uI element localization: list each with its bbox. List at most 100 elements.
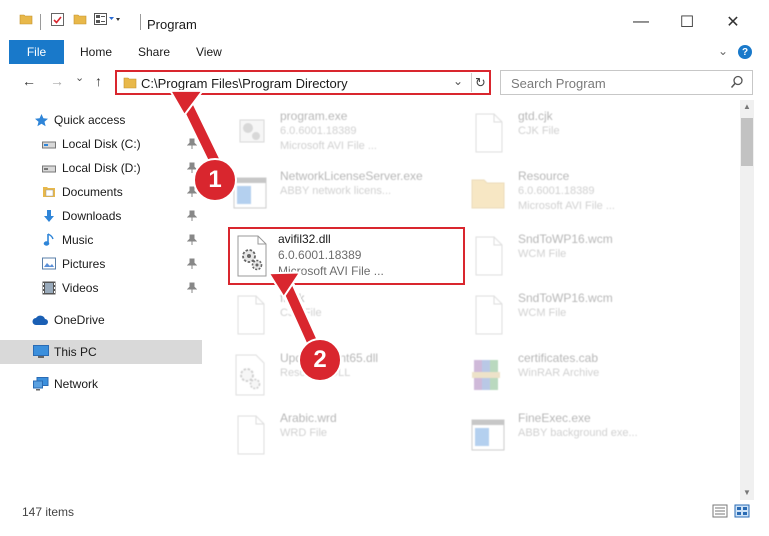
pin-icon[interactable] — [186, 138, 198, 152]
file-type: CJK File — [518, 125, 560, 137]
customize-toolbar-icon[interactable] — [94, 12, 120, 29]
title-bar: Program — ☐ ✕ — [0, 0, 769, 40]
scroll-up-icon[interactable]: ▲ — [740, 100, 754, 114]
vertical-scrollbar[interactable]: ▲ ▼ — [740, 100, 754, 500]
blank-file-icon — [468, 292, 508, 338]
pin-icon[interactable] — [186, 258, 198, 272]
sidebar-item-pictures[interactable]: Pictures — [0, 252, 202, 276]
file-name: Resource — [518, 169, 570, 183]
app-window-icon — [468, 412, 508, 458]
dll-gear-icon — [232, 233, 272, 279]
file-item[interactable]: program.exe 6.0.6001.18389 Microsoft AVI… — [207, 104, 442, 160]
archive-icon — [468, 352, 508, 398]
tab-home[interactable]: Home — [80, 45, 112, 59]
sidebar-item-label: This PC — [54, 345, 97, 359]
new-folder-icon[interactable] — [73, 12, 87, 29]
collapse-ribbon-icon[interactable]: ⌄ — [718, 44, 728, 58]
download-icon — [42, 209, 56, 226]
file-name: NetworkLicenseServer.exe — [280, 169, 423, 183]
sidebar-item-label: Quick access — [54, 113, 126, 127]
forward-button[interactable]: → — [50, 73, 64, 89]
file-name: Arabic.wrd — [280, 411, 337, 425]
blank-file-icon — [468, 233, 508, 279]
file-name: ff.cjk — [280, 291, 305, 305]
music-icon — [43, 233, 55, 250]
search-input[interactable]: Search Program — [511, 76, 606, 91]
file-item[interactable]: SndToWP16.wcm WCM File — [445, 286, 680, 342]
sidebar-item-downloads[interactable]: Downloads — [0, 204, 202, 228]
tab-share[interactable]: Share — [138, 45, 170, 59]
file-description: ABBY background exe... — [518, 427, 638, 439]
sidebar-item-this-pc[interactable]: This PC — [0, 340, 202, 364]
recent-locations-button[interactable]: ⌄ — [75, 71, 84, 84]
pin-icon[interactable] — [186, 234, 198, 248]
file-type: WinRAR Archive — [518, 367, 600, 379]
sidebar-item-label: Pictures — [62, 257, 106, 271]
search-box[interactable]: Search Program — [500, 70, 753, 95]
videos-icon — [42, 281, 56, 298]
annotation-badge-1: 1 — [193, 158, 237, 202]
file-item[interactable]: SndToWP16.wcm WCM File — [445, 227, 680, 283]
scroll-down-icon[interactable]: ▼ — [740, 486, 754, 500]
folder-icon — [19, 12, 33, 29]
sidebar-item-music[interactable]: Music — [0, 228, 202, 252]
minimize-button[interactable]: — — [626, 10, 656, 34]
sidebar-item-label: Downloads — [62, 209, 122, 223]
address-path[interactable]: C:\Program Files\Program Directory — [141, 76, 348, 91]
sidebar-item-videos[interactable]: Videos — [0, 276, 202, 300]
sidebar-item-quick-access[interactable]: Quick access — [0, 108, 202, 132]
details-view-icon[interactable] — [712, 503, 728, 519]
file-type: WCM File — [518, 307, 567, 319]
file-item[interactable]: Resource 6.0.6001.18389 Microsoft AVI Fi… — [445, 164, 680, 220]
sidebar-item-onedrive[interactable]: OneDrive — [0, 308, 202, 332]
file-item[interactable]: gtd.cjk CJK File — [445, 104, 680, 160]
close-button[interactable]: ✕ — [718, 10, 748, 34]
file-item[interactable]: certificates.cab WinRAR Archive — [445, 346, 680, 402]
sidebar-item-label: OneDrive — [54, 313, 105, 327]
file-name: SndToWP16.wcm — [518, 232, 613, 246]
up-button[interactable]: ↑ — [95, 73, 102, 89]
file-version: 6.0.6001.18389 — [518, 185, 595, 197]
tab-view[interactable]: View — [196, 45, 222, 59]
file-item[interactable]: FineExec.exe ABBY background exe... — [445, 406, 680, 462]
pictures-icon — [42, 257, 56, 273]
address-dropdown-icon[interactable]: ⌄ — [453, 74, 463, 88]
navigation-pane: Quick access Local Disk (C:) Local Disk … — [0, 100, 205, 500]
help-icon[interactable]: ? — [738, 45, 752, 59]
large-icons-view-icon[interactable] — [734, 503, 750, 519]
blank-file-icon — [230, 412, 270, 458]
pin-icon[interactable] — [186, 282, 198, 296]
sidebar-item-label: Network — [54, 377, 99, 391]
sidebar-item-network[interactable]: Network — [0, 372, 202, 396]
sidebar-item-documents[interactable]: Documents — [0, 180, 202, 204]
sidebar-item-local-disk-d[interactable]: Local Disk (D:) — [0, 156, 202, 180]
exe-icon — [230, 110, 270, 156]
blank-file-icon — [468, 110, 508, 156]
drive-icon — [42, 139, 56, 153]
scroll-thumb[interactable] — [741, 118, 753, 166]
back-button[interactable]: ← — [22, 73, 36, 89]
sidebar-item-label: Local Disk (D:) — [62, 161, 141, 175]
dll-gear-icon — [230, 352, 270, 398]
pin-icon[interactable] — [186, 210, 198, 224]
properties-icon[interactable] — [50, 12, 65, 30]
file-item[interactable]: Arabic.wrd WRD File — [207, 406, 442, 462]
blank-file-icon — [230, 292, 270, 338]
file-item[interactable]: NetworkLicenseServer.exe ABBY network li… — [207, 164, 442, 220]
sidebar-item-label: Documents — [62, 185, 123, 199]
refresh-button[interactable]: ↻ — [471, 73, 489, 92]
file-name: certificates.cab — [518, 351, 599, 365]
maximize-button[interactable]: ☐ — [672, 10, 702, 34]
file-version: 6.0.6001.18389 — [278, 248, 362, 262]
status-bar: 147 items — [0, 500, 769, 536]
sidebar-item-local-disk-c[interactable]: Local Disk (C:) — [0, 132, 202, 156]
address-bar[interactable]: C:\Program Files\Program Directory ⌄ ↻ — [115, 70, 491, 95]
tab-file[interactable]: File — [9, 40, 64, 64]
search-icon — [730, 75, 744, 92]
sidebar-item-label: Local Disk (C:) — [62, 137, 141, 151]
file-description: Microsoft AVI File ... — [280, 140, 377, 152]
file-type: WRD File — [280, 427, 328, 439]
file-name: avifil32.dll — [278, 232, 331, 246]
file-item[interactable]: ff.cjk CJK File — [207, 286, 442, 342]
file-item-avifil32-dll[interactable]: avifil32.dll 6.0.6001.18389 Microsoft AV… — [228, 227, 465, 285]
